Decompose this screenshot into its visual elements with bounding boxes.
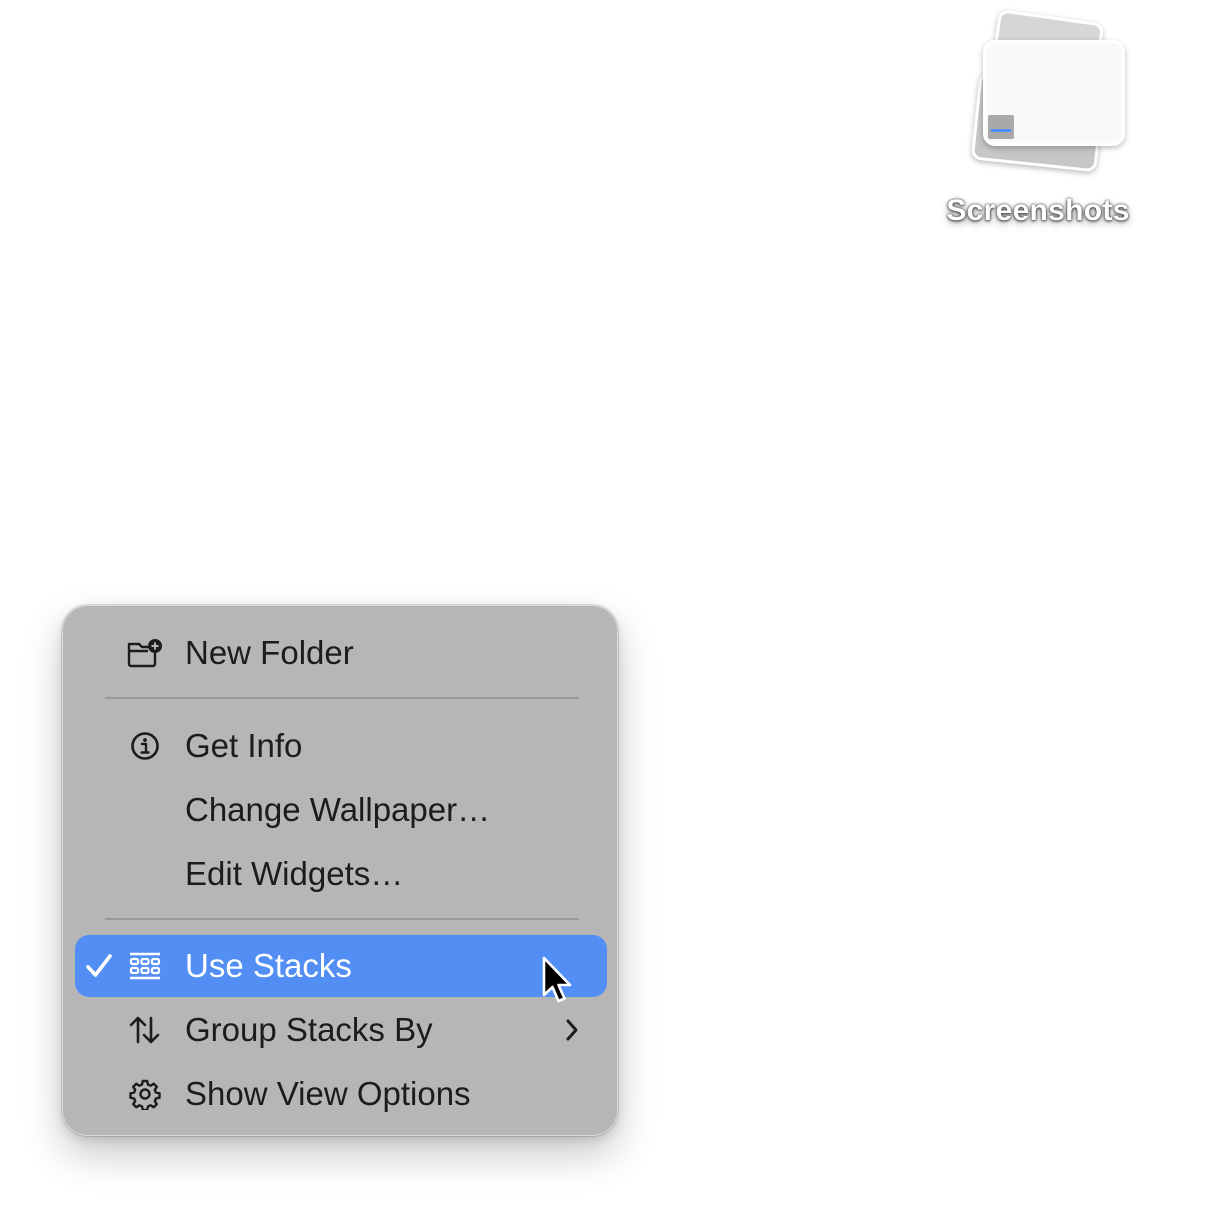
- gear-icon: [125, 1076, 165, 1112]
- arrow-cursor-icon: [540, 955, 574, 1007]
- menu-item-group-stacks-by[interactable]: Group Stacks By: [75, 999, 607, 1061]
- desktop: Screenshots New Folder Get Info Change W…: [0, 0, 1216, 1211]
- menu-item-label: New Folder: [185, 634, 354, 671]
- stacks-icon: [125, 948, 165, 984]
- desktop-context-menu: New Folder Get Info Change Wallpaper… Ed…: [62, 605, 618, 1136]
- info-icon: [125, 728, 165, 764]
- checkmark-icon: [81, 947, 117, 985]
- menu-item-show-view-options[interactable]: Show View Options: [75, 1063, 607, 1125]
- stack-label[interactable]: Screenshots: [928, 194, 1148, 228]
- stack-thumbnail-preview: [988, 115, 1014, 139]
- menu-item-get-info[interactable]: Get Info: [75, 715, 607, 777]
- menu-item-label: Get Info: [185, 727, 303, 764]
- menu-item-label: Use Stacks: [185, 947, 352, 984]
- screenshots-stack-icon[interactable]: [963, 9, 1125, 173]
- menu-item-label: Edit Widgets…: [185, 855, 404, 892]
- menu-item-change-wallpaper[interactable]: Change Wallpaper…: [75, 779, 607, 841]
- menu-item-label: Group Stacks By: [185, 1011, 433, 1048]
- stack-sheet-front: [983, 40, 1125, 146]
- screenshots-stack[interactable]: Screenshots: [928, 9, 1148, 250]
- menu-item-use-stacks[interactable]: Use Stacks: [75, 935, 607, 997]
- menu-item-label: Change Wallpaper…: [185, 791, 491, 828]
- menu-item-new-folder[interactable]: New Folder: [75, 622, 607, 684]
- menu-separator: [105, 918, 579, 920]
- new-folder-icon: [125, 635, 165, 671]
- menu-item-label: Show View Options: [185, 1075, 471, 1112]
- chevron-right-icon: [561, 1013, 583, 1047]
- sort-arrows-icon: [125, 1012, 165, 1048]
- menu-separator: [105, 697, 579, 699]
- menu-item-edit-widgets[interactable]: Edit Widgets…: [75, 843, 607, 905]
